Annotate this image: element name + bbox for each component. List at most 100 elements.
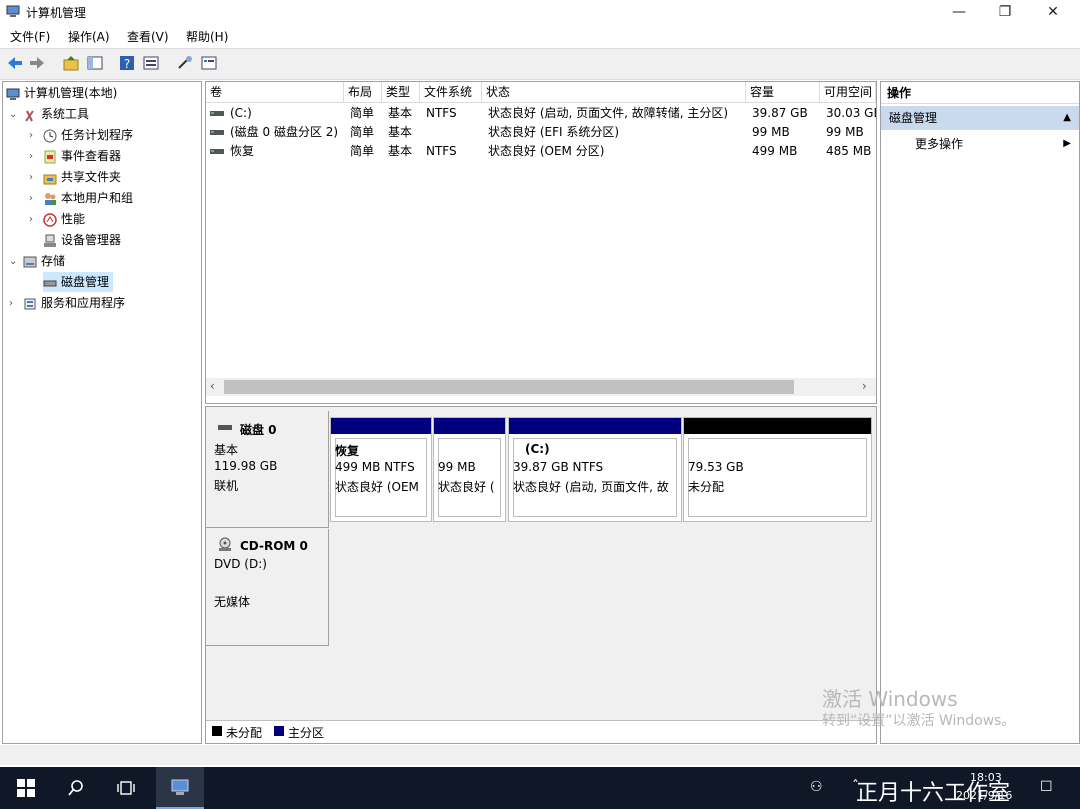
partition-status: 状态良好 ( [438, 480, 495, 494]
cell-volume: 恢复 [230, 144, 255, 158]
menu-action[interactable]: 操作(A) [68, 28, 110, 45]
menu-file[interactable]: 文件(F) [10, 28, 50, 45]
tree-item-services[interactable]: › 服务和应用程序 [9, 293, 125, 313]
collapse-up-icon[interactable]: ▲ [1063, 106, 1071, 130]
tree-item-task-scheduler[interactable]: › 任务计划程序 [29, 125, 133, 145]
disk-0-info[interactable]: 磁盘 0 基本 119.98 GB 联机 [206, 411, 329, 528]
volume-icon [210, 149, 224, 154]
horizontal-scrollbar[interactable]: ‹ › [206, 378, 876, 396]
tree-item-local-users[interactable]: › 本地用户和组 [29, 188, 133, 208]
chevron-right-icon[interactable]: › [29, 168, 39, 188]
tree-item-storage[interactable]: ⌄ 存储 [9, 251, 65, 271]
clock-icon [43, 129, 57, 142]
column-header-layout[interactable]: 布局 [344, 82, 382, 103]
partition-bar [684, 418, 871, 434]
chevron-right-icon[interactable]: › [29, 189, 39, 209]
forward-arrow-icon[interactable] [28, 54, 46, 72]
restore-button[interactable]: ❐ [982, 0, 1028, 24]
partition-status: 状态良好 (OEM [335, 480, 419, 494]
connect-icon[interactable] [176, 54, 194, 72]
partition-size: 39.87 GB NTFS [513, 460, 604, 474]
cdrom-icon [219, 537, 231, 551]
status-bar [0, 745, 1080, 765]
tree-item-event-viewer[interactable]: › 事件查看器 [29, 146, 121, 166]
taskbar-app-computer-management[interactable] [156, 767, 204, 809]
minimize-button[interactable]: — [936, 0, 982, 24]
menu-view[interactable]: 查看(V) [127, 28, 169, 45]
cdrom-media: 无媒体 [214, 595, 251, 609]
properties-view-icon[interactable] [142, 54, 160, 72]
clock-time[interactable]: 18:03 [970, 771, 1002, 784]
chevron-down-icon[interactable]: ⌄ [9, 252, 19, 272]
cell-filesystem: NTFS [426, 144, 457, 158]
window-title: 计算机管理 [26, 6, 87, 20]
actions-section-label: 磁盘管理 [889, 111, 938, 125]
submenu-arrow-icon: ▶ [1063, 138, 1071, 149]
start-button[interactable] [2, 767, 50, 809]
list-view-icon[interactable] [200, 54, 218, 72]
clock-date[interactable]: 2021/9/16 [956, 789, 1012, 802]
actions-header: 操作 [881, 82, 1079, 104]
cell-capacity: 99 MB [752, 125, 790, 139]
menu-bar: 文件(F) 操作(A) 查看(V) 帮助(H) [0, 25, 1080, 47]
tree-item-disk-management[interactable]: 磁盘管理 [43, 272, 114, 292]
shared-folder-icon [43, 174, 57, 184]
partition-size: 499 MB NTFS [335, 460, 415, 474]
partition-size: 99 MB [438, 460, 476, 474]
chevron-right-icon[interactable]: › [29, 126, 39, 146]
column-header-status[interactable]: 状态 [482, 82, 746, 103]
disk-status: 联机 [214, 479, 239, 493]
chevron-right-icon[interactable]: › [9, 294, 19, 314]
column-header-type[interactable]: 类型 [382, 82, 420, 103]
cell-filesystem [422, 123, 484, 142]
partition-efi[interactable]: 99 MB 状态良好 ( [433, 417, 506, 522]
column-header-volume[interactable]: 卷 [206, 82, 344, 103]
scrollbar-thumb[interactable] [224, 380, 794, 394]
show-hide-tree-icon[interactable] [86, 54, 104, 72]
partition-unallocated[interactable]: 79.53 GB 未分配 [683, 417, 872, 522]
back-arrow-icon[interactable] [6, 54, 24, 72]
actions-section-disk-management[interactable]: 磁盘管理 ▲ [881, 106, 1079, 130]
partition-bar [434, 418, 505, 434]
cell-filesystem: NTFS [426, 106, 457, 120]
legend-primary: 主分区 [288, 726, 325, 740]
chevron-right-icon[interactable]: › [29, 210, 39, 230]
device-manager-icon [44, 234, 56, 247]
scroll-left-icon[interactable]: ‹ [210, 379, 215, 393]
notification-icon[interactable]: ☐ [1040, 779, 1053, 795]
tree-item-label: 任务计划程序 [61, 128, 134, 142]
tree-item-label: 系统工具 [41, 107, 90, 121]
partition-c[interactable]: (C:) 39.87 GB NTFS 状态良好 (启动, 页面文件, 故 [508, 417, 682, 522]
toolbar: ? [0, 48, 1080, 80]
chevron-down-icon[interactable]: ⌄ [9, 105, 19, 125]
search-button[interactable] [52, 767, 100, 809]
svg-text:?: ? [124, 57, 130, 71]
tree-item-root[interactable]: 计算机管理(本地) [6, 83, 117, 103]
task-view-button[interactable] [102, 767, 150, 809]
chevron-right-icon[interactable]: › [29, 147, 39, 167]
actions-pane: 操作 磁盘管理 ▲ 更多操作 ▶ [880, 81, 1080, 744]
cell-type: 基本 [388, 106, 413, 120]
help-icon[interactable]: ? [118, 54, 136, 72]
cdrom-name: CD-ROM 0 [240, 539, 308, 553]
menu-help[interactable]: 帮助(H) [186, 28, 228, 45]
tree-item-performance[interactable]: › 性能 [29, 209, 85, 229]
tree-item-system-tools[interactable]: ⌄ 系统工具 [9, 104, 89, 124]
more-actions-item[interactable]: 更多操作 ▶ [881, 132, 1079, 156]
column-header-capacity[interactable]: 容量 [746, 82, 820, 103]
column-header-free-space[interactable]: 可用空间 [820, 82, 876, 103]
disk-size: 119.98 GB [214, 459, 278, 473]
title-bar: 计算机管理 — ❐ ✕ [0, 0, 1080, 24]
close-button[interactable]: ✕ [1030, 0, 1076, 24]
scroll-right-icon[interactable]: › [862, 379, 867, 393]
disk-management-icon [43, 280, 57, 286]
tree-item-label: 共享文件夹 [61, 170, 122, 184]
cdrom-info[interactable]: CD-ROM 0 DVD (D:) 无媒体 [206, 529, 329, 646]
people-icon[interactable]: ⚇ [810, 779, 823, 795]
column-header-filesystem[interactable]: 文件系统 [420, 82, 482, 103]
partition-recovery[interactable]: 恢复 499 MB NTFS 状态良好 (OEM [330, 417, 432, 522]
performance-icon [43, 212, 57, 227]
tree-item-shared-folders[interactable]: › 共享文件夹 [29, 167, 121, 187]
tree-item-device-manager[interactable]: 设备管理器 [43, 230, 121, 250]
up-folder-icon[interactable] [62, 54, 80, 72]
